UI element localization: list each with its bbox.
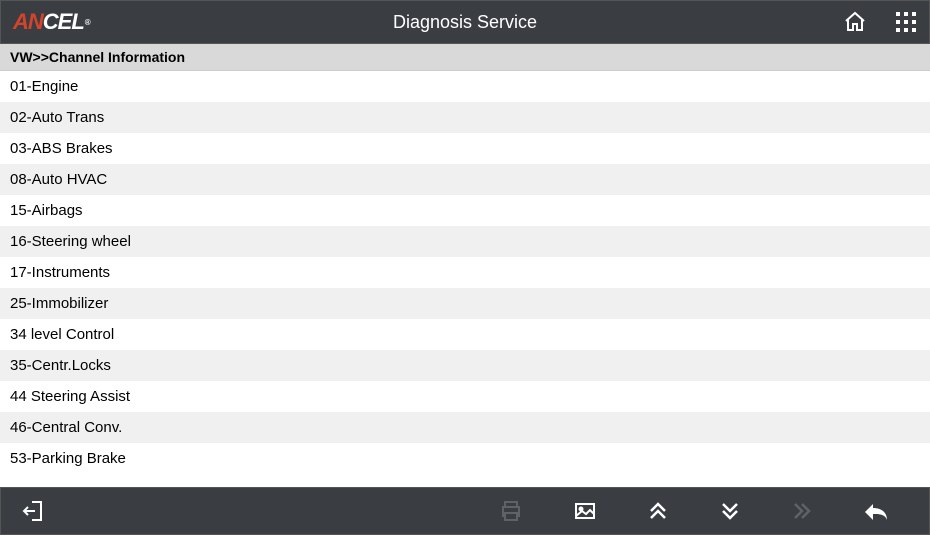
channel-list: 01-Engine02-Auto Trans03-ABS Brakes08-Au… <box>0 71 930 487</box>
footer-left <box>21 498 47 524</box>
list-item[interactable]: 53-Parking Brake <box>0 443 930 474</box>
list-item[interactable]: 17-Instruments <box>0 257 930 288</box>
footer-bar <box>0 487 930 535</box>
list-item[interactable]: 25-Immobilizer <box>0 288 930 319</box>
footer-actions <box>499 499 889 523</box>
scroll-up-icon[interactable] <box>647 500 669 522</box>
list-item[interactable]: 15-Airbags <box>0 195 930 226</box>
list-item[interactable]: 34 level Control <box>0 319 930 350</box>
list-item[interactable]: 02-Auto Trans <box>0 102 930 133</box>
list-item[interactable]: 08-Auto HVAC <box>0 164 930 195</box>
image-icon[interactable] <box>573 499 597 523</box>
home-icon[interactable] <box>843 10 867 34</box>
logo-trademark: ® <box>85 18 90 27</box>
list-item[interactable]: 16-Steering wheel <box>0 226 930 257</box>
page-title: Diagnosis Service <box>393 12 537 33</box>
back-icon[interactable] <box>863 500 889 522</box>
forward-icon[interactable] <box>791 500 813 522</box>
apps-grid-icon[interactable] <box>895 11 917 33</box>
header-actions <box>843 10 917 34</box>
breadcrumb: VW>>Channel Information <box>0 44 930 71</box>
scroll-down-icon[interactable] <box>719 500 741 522</box>
logo-red-part: AN <box>13 9 43 35</box>
header-bar: ANCEL® Diagnosis Service <box>0 0 930 44</box>
list-item[interactable]: 44 Steering Assist <box>0 381 930 412</box>
exit-icon[interactable] <box>21 498 47 524</box>
print-icon[interactable] <box>499 499 523 523</box>
logo-white-part: CEL <box>43 9 84 35</box>
brand-logo: ANCEL® <box>13 9 90 35</box>
list-item[interactable]: 35-Centr.Locks <box>0 350 930 381</box>
list-item[interactable]: 46-Central Conv. <box>0 412 930 443</box>
list-item[interactable]: 03-ABS Brakes <box>0 133 930 164</box>
list-item[interactable]: 01-Engine <box>0 71 930 102</box>
